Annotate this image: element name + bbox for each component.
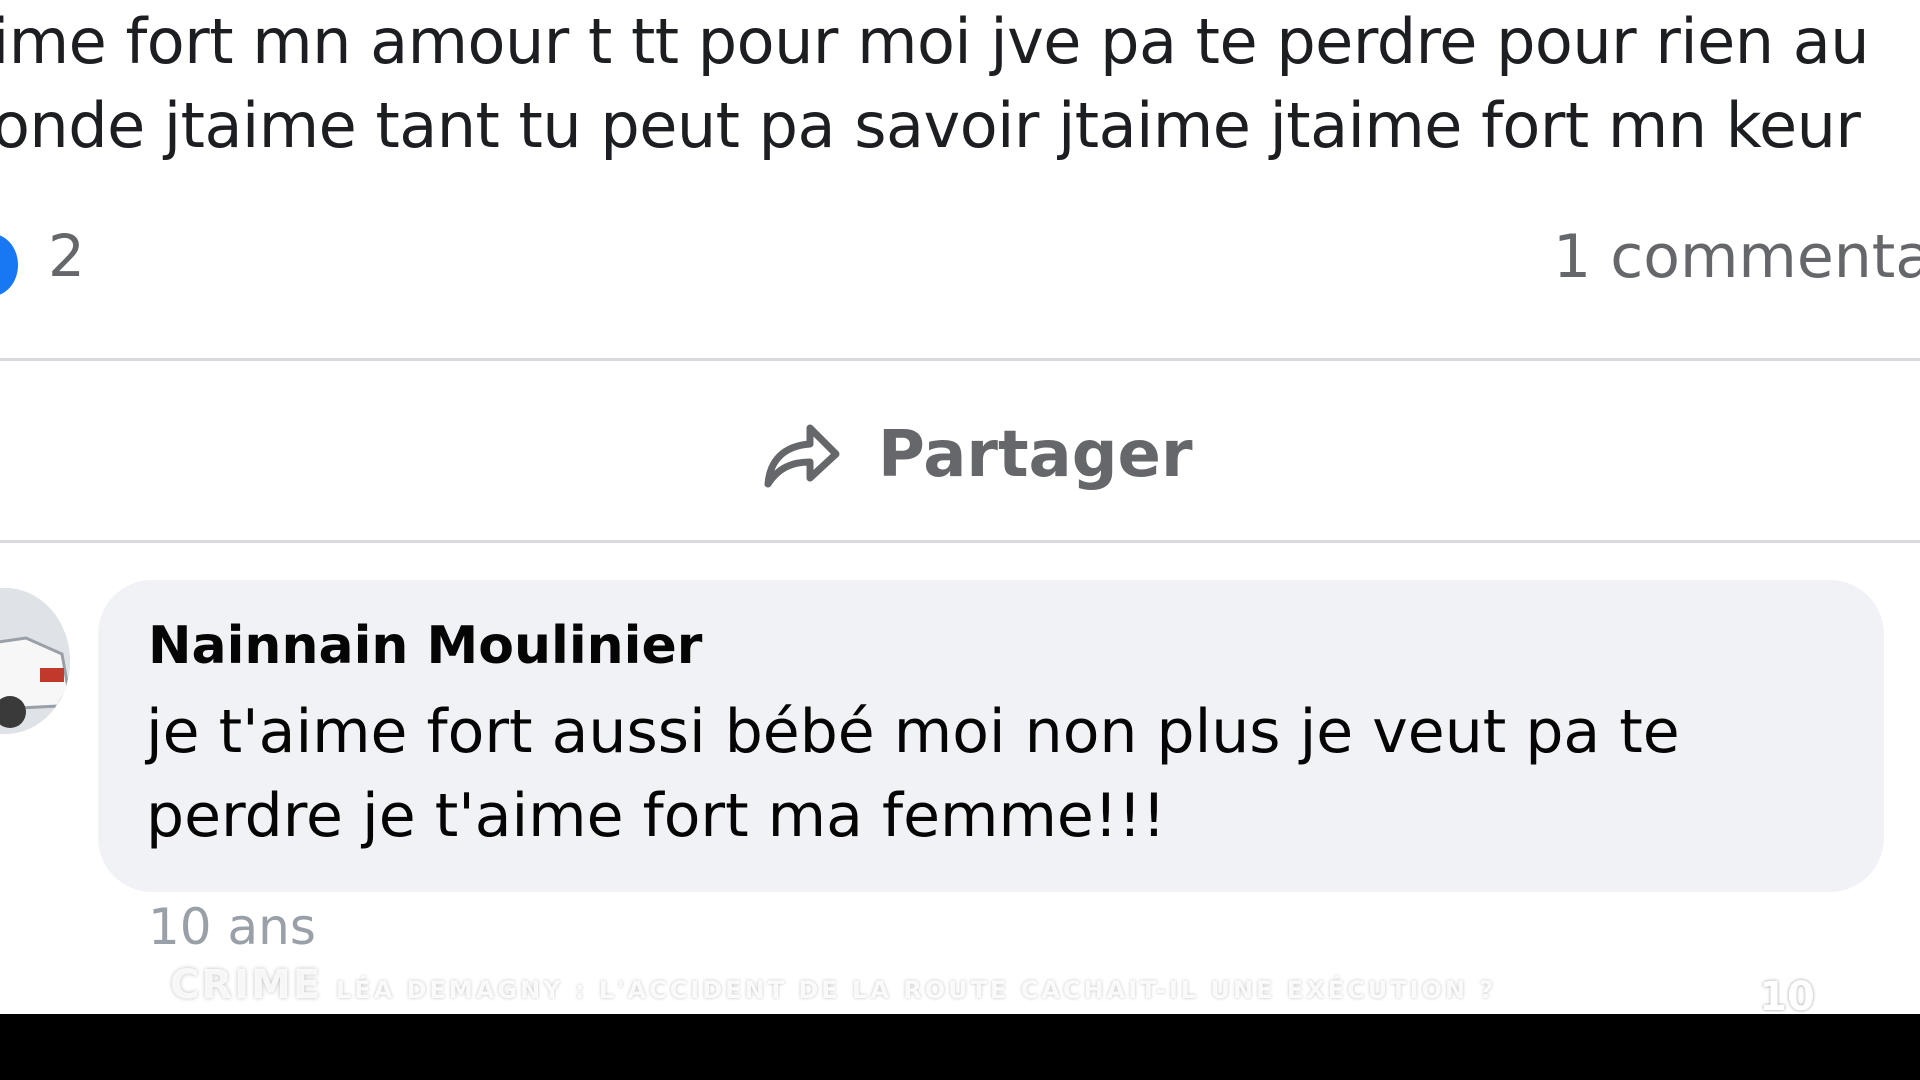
comment-count-link[interactable]: 1 commenta	[1553, 222, 1920, 292]
car-photo-icon	[0, 588, 70, 734]
reaction-count[interactable]: 2	[48, 222, 85, 290]
comment-text-line: perdre je t'aime fort ma femme!!!	[146, 781, 1166, 851]
video-frame: ime fort mn amour t tt pour moi jve pa t…	[0, 0, 1920, 1080]
comment-text-line: je t'aime fort aussi bébé moi non plus j…	[146, 697, 1680, 767]
comment-timestamp[interactable]: 10 ans	[148, 898, 316, 956]
like-reaction-icon[interactable]	[0, 234, 18, 296]
avatar[interactable]	[0, 588, 70, 734]
post-text-line: ime fort mn amour t tt pour moi jve pa t…	[0, 5, 1870, 78]
post-text: ime fort mn amour t tt pour moi jve pa t…	[0, 0, 1892, 168]
post-text-line: onde jtaime tant tu peut pa savoir jtaim…	[0, 89, 1861, 162]
divider	[0, 540, 1920, 543]
facebook-post: ime fort mn amour t tt pour moi jve pa t…	[0, 0, 1920, 1014]
share-label: Partager	[878, 418, 1193, 492]
share-button[interactable]: Partager	[760, 400, 1193, 510]
letterbox-bar	[0, 1014, 1920, 1080]
tv-headline: LÉA DEMAGNY : L'ACCIDENT DE LA ROUTE CAC…	[336, 976, 1497, 1004]
divider	[0, 358, 1920, 361]
share-arrow-icon	[764, 424, 840, 488]
comment-author-name[interactable]: Nainnain Moulinier	[148, 616, 702, 676]
comment-text: je t'aime fort aussi bébé moi non plus j…	[146, 690, 1866, 858]
tv-show-brand: CRIME	[170, 962, 323, 1008]
